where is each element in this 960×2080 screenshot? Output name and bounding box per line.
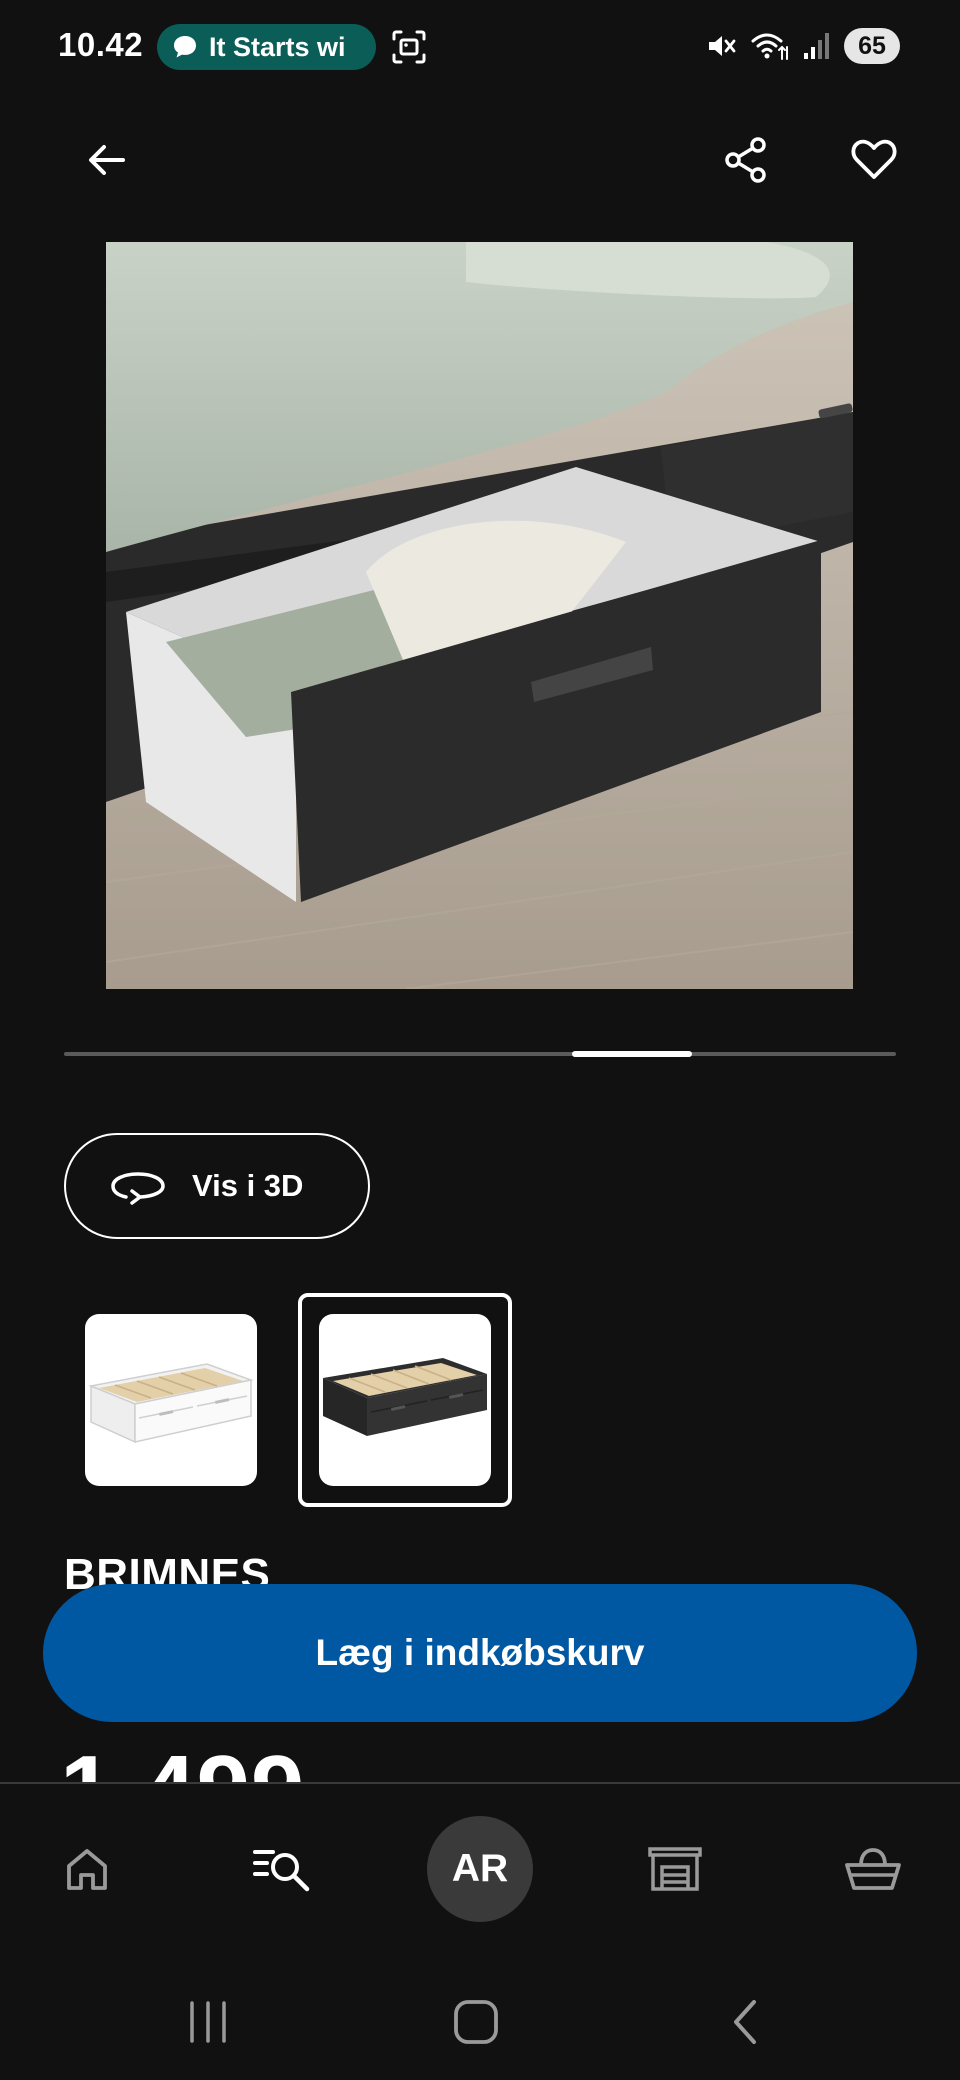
- top-action-bar: [0, 110, 960, 210]
- daybed-drawer-photo: [106, 242, 853, 989]
- screenshot-icon: [392, 30, 426, 64]
- system-home-icon: [454, 2000, 498, 2044]
- white-daybed-thumbnail: [88, 1363, 254, 1444]
- home-icon: [67, 1849, 107, 1890]
- system-back-icon: [734, 2000, 756, 2044]
- add-to-cart-button[interactable]: Læg i indkøbskurv: [43, 1584, 917, 1722]
- arrow-left-icon: [89, 145, 125, 175]
- status-time: 10.42: [58, 26, 144, 63]
- store-icon: [648, 1847, 702, 1891]
- back-button[interactable]: [69, 122, 145, 198]
- share-button[interactable]: [708, 122, 784, 198]
- view-in-3d-button[interactable]: Vis i 3D: [64, 1133, 370, 1239]
- search-list-icon: [253, 1850, 310, 1892]
- battery-indicator: 65: [844, 28, 900, 64]
- variant-black-image: [319, 1314, 491, 1486]
- nav-cart[interactable]: [828, 1784, 918, 1954]
- carousel-active-indicator: [572, 1051, 692, 1057]
- system-back-button[interactable]: [706, 1982, 786, 2062]
- add-to-cart-label: Læg i indkøbskurv: [315, 1632, 645, 1673]
- nav-search[interactable]: [238, 1784, 328, 1954]
- status-icons: 65: [704, 26, 900, 66]
- basket-icon: [845, 1848, 901, 1890]
- favorite-button[interactable]: [836, 122, 912, 198]
- product-image[interactable]: [106, 242, 853, 989]
- variant-white[interactable]: [64, 1293, 278, 1507]
- system-home-button[interactable]: [436, 1982, 516, 2062]
- variant-black[interactable]: [298, 1293, 512, 1507]
- view-in-3d-label: Vis i 3D: [192, 1168, 304, 1203]
- bottom-navigation: AR: [0, 1782, 960, 1952]
- variant-white-image: [85, 1314, 257, 1486]
- system-navigation-bar: [0, 1952, 960, 2080]
- nav-home[interactable]: [42, 1784, 132, 1954]
- signal-icon: [804, 33, 829, 59]
- image-carousel-progress: [64, 1051, 896, 1057]
- status-bar: 10.42 It Starts wi 65: [0, 0, 960, 92]
- black-daybed-thumbnail: [323, 1358, 487, 1436]
- recents-icon: [190, 2001, 226, 2043]
- wifi-icon: [751, 33, 788, 60]
- chat-bubble-icon: [174, 36, 196, 58]
- media-notification-pill[interactable]: It Starts wi: [157, 24, 376, 70]
- recents-button[interactable]: [168, 1982, 248, 2062]
- mute-icon: [709, 36, 736, 56]
- heart-outline-icon: [851, 139, 897, 179]
- share-icon: [725, 137, 766, 183]
- ar-button: AR: [427, 1816, 533, 1922]
- nav-ar[interactable]: AR: [426, 1784, 534, 1954]
- rotate-3d-icon: [111, 1172, 165, 1205]
- nav-store[interactable]: [630, 1784, 720, 1954]
- media-pill-text: It Starts wi: [209, 31, 346, 62]
